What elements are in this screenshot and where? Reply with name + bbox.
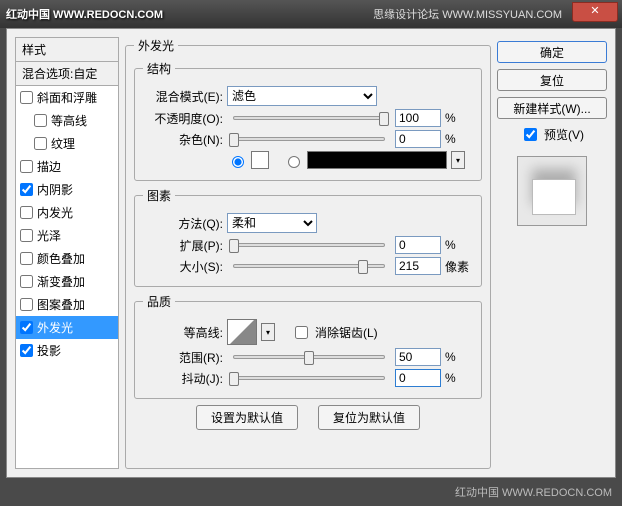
noise-label: 杂色(N): xyxy=(143,131,223,148)
watermark-left: 红动中国 WWW.REDOCN.COM xyxy=(6,6,163,22)
mid-panel: 外发光 结构 混合模式(E): 滤色 不透明度(O): % 杂色(N): % xyxy=(125,37,491,469)
titlebar: 红动中国 WWW.REDOCN.COM 思缘设计论坛 WWW.MISSYUAN.… xyxy=(0,0,622,28)
style-inner-glow[interactable]: 内发光 xyxy=(16,201,118,224)
elements-group: 图素 方法(Q): 柔和 扩展(P): % 大小(S): 像素 xyxy=(134,187,482,287)
contour-label: 等高线: xyxy=(143,324,223,341)
blend-mode-select[interactable]: 滤色 xyxy=(227,86,377,106)
watermark-right: 思缘设计论坛 WWW.MISSYUAN.COM xyxy=(373,6,562,22)
jitter-label: 抖动(J): xyxy=(143,370,223,387)
spread-input[interactable] xyxy=(395,236,441,254)
checkbox-inner-glow[interactable] xyxy=(20,206,33,219)
outer-glow-group: 外发光 结构 混合模式(E): 滤色 不透明度(O): % 杂色(N): % xyxy=(125,37,491,469)
set-default-button[interactable]: 设置为默认值 xyxy=(196,405,298,430)
size-input[interactable] xyxy=(395,257,441,275)
spread-slider[interactable] xyxy=(233,243,385,247)
antialias-checkbox[interactable] xyxy=(295,326,308,339)
checkbox-gradient-overlay[interactable] xyxy=(20,275,33,288)
checkbox-stroke[interactable] xyxy=(20,160,33,173)
style-list: 斜面和浮雕 等高线 纹理 描边 内阴影 内发光 光泽 颜色叠加 渐变叠加 图案叠… xyxy=(15,85,119,469)
style-outer-glow[interactable]: 外发光 xyxy=(16,316,118,339)
style-inner-shadow[interactable]: 内阴影 xyxy=(16,178,118,201)
checkbox-pattern-overlay[interactable] xyxy=(20,298,33,311)
preview-thumbnail xyxy=(517,156,587,226)
dialog: 样式 混合选项:自定 斜面和浮雕 等高线 纹理 描边 内阴影 内发光 光泽 颜色… xyxy=(6,28,616,478)
noise-slider[interactable] xyxy=(233,137,385,141)
checkbox-satin[interactable] xyxy=(20,229,33,242)
gradient-radio[interactable] xyxy=(288,156,300,168)
antialias-label: 消除锯齿(L) xyxy=(315,324,378,341)
color-radio[interactable] xyxy=(232,156,244,168)
jitter-input[interactable] xyxy=(395,369,441,387)
style-drop-shadow[interactable]: 投影 xyxy=(16,339,118,362)
style-texture[interactable]: 纹理 xyxy=(16,132,118,155)
style-gradient-overlay[interactable]: 渐变叠加 xyxy=(16,270,118,293)
style-satin[interactable]: 光泽 xyxy=(16,224,118,247)
contour-dropdown-icon[interactable]: ▾ xyxy=(261,323,275,341)
structure-group: 结构 混合模式(E): 滤色 不透明度(O): % 杂色(N): % xyxy=(134,60,482,181)
close-button[interactable]: ✕ xyxy=(572,2,618,22)
right-panel: 确定 复位 新建样式(W)... 预览(V) xyxy=(497,37,607,469)
checkbox-texture[interactable] xyxy=(34,137,47,150)
outer-glow-legend: 外发光 xyxy=(134,37,178,54)
contour-picker[interactable] xyxy=(227,319,257,345)
ok-button[interactable]: 确定 xyxy=(497,41,607,63)
checkbox-bevel[interactable] xyxy=(20,91,33,104)
watermark-footer: 红动中国 WWW.REDOCN.COM xyxy=(455,484,612,500)
range-slider[interactable] xyxy=(233,355,385,359)
blend-options-header[interactable]: 混合选项:自定 xyxy=(15,61,119,85)
preview-checkbox[interactable] xyxy=(524,128,537,141)
reset-default-button[interactable]: 复位为默认值 xyxy=(318,405,420,430)
gradient-swatch[interactable] xyxy=(307,151,447,169)
blend-mode-label: 混合模式(E): xyxy=(143,88,223,105)
checkbox-drop-shadow[interactable] xyxy=(20,344,33,357)
quality-group: 品质 等高线: ▾ 消除锯齿(L) 范围(R): % 抖动(J): % xyxy=(134,293,482,399)
checkbox-outer-glow[interactable] xyxy=(20,321,33,334)
range-label: 范围(R): xyxy=(143,349,223,366)
style-bevel[interactable]: 斜面和浮雕 xyxy=(16,86,118,109)
spread-label: 扩展(P): xyxy=(143,237,223,254)
opacity-input[interactable] xyxy=(395,109,441,127)
opacity-label: 不透明度(O): xyxy=(143,110,223,127)
technique-select[interactable]: 柔和 xyxy=(227,213,317,233)
style-color-overlay[interactable]: 颜色叠加 xyxy=(16,247,118,270)
checkbox-color-overlay[interactable] xyxy=(20,252,33,265)
styles-header: 样式 xyxy=(15,37,119,61)
style-contour[interactable]: 等高线 xyxy=(16,109,118,132)
opacity-slider[interactable] xyxy=(233,116,385,120)
noise-input[interactable] xyxy=(395,130,441,148)
color-swatch[interactable] xyxy=(251,151,269,169)
new-style-button[interactable]: 新建样式(W)... xyxy=(497,97,607,119)
style-pattern-overlay[interactable]: 图案叠加 xyxy=(16,293,118,316)
preview-label: 预览(V) xyxy=(544,126,584,143)
checkbox-inner-shadow[interactable] xyxy=(20,183,33,196)
reset-button[interactable]: 复位 xyxy=(497,69,607,91)
range-input[interactable] xyxy=(395,348,441,366)
size-label: 大小(S): xyxy=(143,258,223,275)
checkbox-contour[interactable] xyxy=(34,114,47,127)
left-panel: 样式 混合选项:自定 斜面和浮雕 等高线 纹理 描边 内阴影 内发光 光泽 颜色… xyxy=(15,37,119,469)
size-slider[interactable] xyxy=(233,264,385,268)
style-stroke[interactable]: 描边 xyxy=(16,155,118,178)
technique-label: 方法(Q): xyxy=(143,215,223,232)
gradient-dropdown-icon[interactable]: ▾ xyxy=(451,151,465,169)
jitter-slider[interactable] xyxy=(233,376,385,380)
